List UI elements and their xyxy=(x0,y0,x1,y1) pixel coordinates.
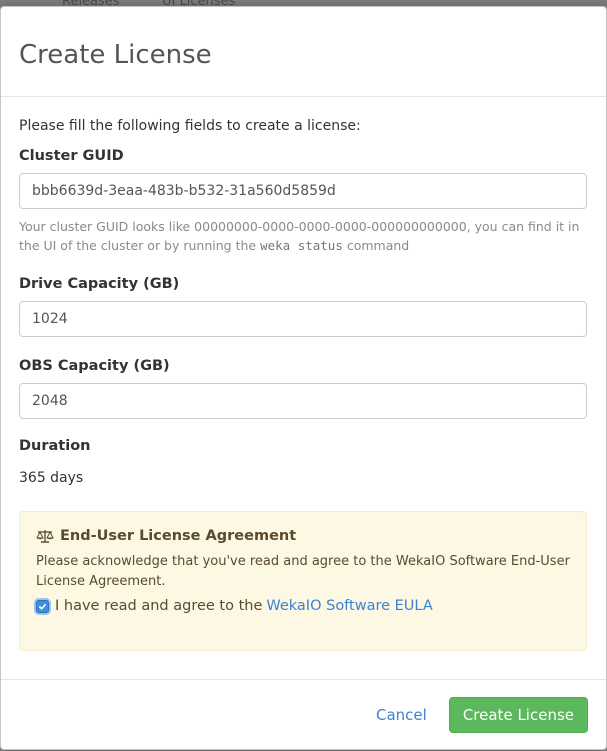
create-license-button[interactable]: Create License xyxy=(448,696,588,733)
checkmark-icon xyxy=(38,603,47,610)
obs-capacity-input[interactable] xyxy=(19,383,587,419)
modal-title: Create License xyxy=(19,40,212,70)
cancel-button[interactable]: Cancel xyxy=(376,706,427,724)
help-text-suffix: command xyxy=(342,238,410,253)
eula-title: End-User License Agreement xyxy=(60,528,297,544)
duration-group: Duration 365 days xyxy=(19,437,588,487)
drive-capacity-group: Drive Capacity (GB) xyxy=(19,275,588,337)
eula-agree-checkbox[interactable] xyxy=(36,599,49,613)
eula-panel: End-User License Agreement Please acknow… xyxy=(19,511,587,651)
drive-capacity-label: Drive Capacity (GB) xyxy=(19,276,180,292)
modal-body: Please fill the following fields to crea… xyxy=(1,97,606,651)
obs-capacity-label: OBS Capacity (GB) xyxy=(19,358,170,374)
create-license-modal: Create License Please fill the following… xyxy=(0,6,607,750)
intro-text: Please fill the following fields to crea… xyxy=(19,118,361,134)
cluster-guid-group: Cluster GUID Your cluster GUID looks lik… xyxy=(19,147,588,255)
obs-capacity-group: OBS Capacity (GB) xyxy=(19,357,588,419)
eula-agree-row: I have read and agree to the WekaIO Soft… xyxy=(36,598,570,614)
eula-agree-label: I have read and agree to the xyxy=(55,598,263,614)
eula-link[interactable]: WekaIO Software EULA xyxy=(266,598,432,614)
balance-scale-icon xyxy=(36,528,54,544)
eula-title-row: End-User License Agreement xyxy=(36,526,570,546)
drive-capacity-input[interactable] xyxy=(19,301,587,337)
cluster-guid-help: Your cluster GUID looks like 00000000-00… xyxy=(19,217,588,255)
duration-value: 365 days xyxy=(19,470,84,486)
eula-description: Please acknowledge that you've read and … xyxy=(36,554,570,589)
duration-label: Duration xyxy=(19,438,91,454)
help-text-command: weka status xyxy=(260,238,343,253)
cluster-guid-input[interactable] xyxy=(19,173,587,209)
cluster-guid-label: Cluster GUID xyxy=(19,148,124,164)
modal-footer: Cancel Create License xyxy=(1,679,606,749)
modal-header: Create License xyxy=(1,7,606,97)
